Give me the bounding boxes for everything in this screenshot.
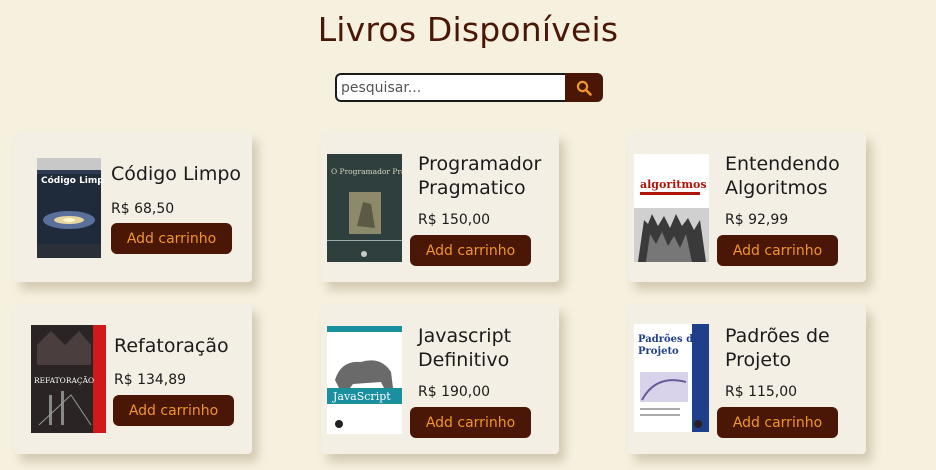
book-price: R$ 115,00: [725, 384, 798, 400]
book-title: Padrões de Projeto: [725, 325, 830, 371]
svg-text:Projeto: Projeto: [638, 346, 679, 357]
book-cover: O Programador Pragmático: [327, 154, 402, 262]
book-cover: JavaScript: [327, 326, 402, 434]
book-card: Código Limpo Código Limpo R$ 68,50 Add c…: [14, 132, 252, 282]
book-cover: REFATORAÇÃO: [31, 325, 106, 433]
book-price: R$ 134,89: [114, 372, 187, 388]
svg-text:Padrões de: Padrões de: [638, 334, 700, 345]
book-card: algoritmos Entendendo Algoritmos R$ 92,9…: [628, 132, 866, 282]
search-bar: [335, 73, 603, 102]
search-input[interactable]: [335, 73, 566, 102]
book-card: REFATORAÇÃO Refatoração R$ 134,89 Add ca…: [14, 304, 252, 454]
book-card: JavaScript Javascript Definitivo R$ 190,…: [321, 304, 559, 454]
book-card: O Programador Pragmático Programador Pra…: [321, 132, 559, 282]
book-title: Refatoração: [114, 335, 229, 357]
book-price: R$ 190,00: [418, 384, 491, 400]
book-card: Padrões de Projeto Padrões de Projeto R$…: [628, 304, 866, 454]
book-title: Código Limpo: [111, 163, 242, 185]
search-icon: [576, 80, 592, 96]
svg-text:REFATORAÇÃO: REFATORAÇÃO: [34, 376, 94, 385]
add-to-cart-button[interactable]: Add carrinho: [113, 395, 234, 426]
book-price: R$ 150,00: [418, 212, 491, 228]
book-price: R$ 68,50: [111, 201, 175, 217]
book-cover: Padrões de Projeto: [634, 324, 709, 432]
book-title: Programador Pragmatico: [418, 153, 542, 199]
page: Livros Disponíveis Código Limpo Código L: [0, 0, 936, 470]
book-title: Entendendo Algoritmos: [725, 153, 840, 199]
svg-text:O Programador Pragmático: O Programador Pragmático: [331, 167, 402, 176]
add-to-cart-button[interactable]: Add carrinho: [111, 223, 232, 254]
add-to-cart-button[interactable]: Add carrinho: [717, 407, 838, 438]
page-title: Livros Disponíveis: [317, 10, 619, 49]
svg-text:JavaScript: JavaScript: [332, 390, 391, 403]
book-title: Javascript Definitivo: [418, 325, 512, 371]
search-button[interactable]: [565, 73, 603, 102]
book-cover: algoritmos: [634, 154, 709, 262]
book-price: R$ 92,99: [725, 212, 789, 228]
add-to-cart-button[interactable]: Add carrinho: [410, 407, 531, 438]
add-to-cart-button[interactable]: Add carrinho: [717, 235, 838, 266]
book-cover: Código Limpo: [29, 154, 104, 262]
svg-text:algoritmos: algoritmos: [640, 178, 707, 191]
svg-text:Código Limpo: Código Limpo: [41, 175, 104, 186]
add-to-cart-button[interactable]: Add carrinho: [410, 235, 531, 266]
